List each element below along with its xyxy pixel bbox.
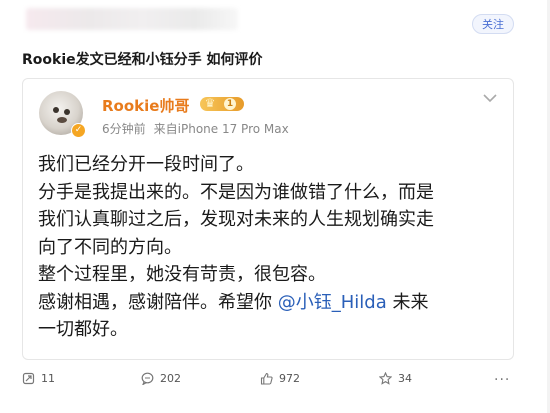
content-line: 一切都好。 <box>38 319 128 340</box>
content-text: 未来 <box>386 291 429 313</box>
repost-button[interactable]: 11 <box>22 372 55 385</box>
blurred-username <box>26 8 238 30</box>
comment-icon <box>141 372 154 385</box>
post-card: ✓ Rookie帅哥 ♛ 1 6分钟前 来自iPhone 17 Pro Max 我… <box>22 78 514 360</box>
comment-button[interactable]: 202 <box>141 372 181 385</box>
author-name[interactable]: Rookie帅哥 <box>102 95 189 116</box>
crown-icon: ♛ <box>204 96 216 110</box>
content-text: 感谢相遇，感谢陪伴。希望你 <box>38 291 278 313</box>
repost-count: 11 <box>41 372 55 385</box>
thumbs-up-icon <box>260 372 273 385</box>
question-title[interactable]: Rookie发文已经和小钰分手 如何评价 <box>22 49 263 69</box>
post-source: 来自iPhone 17 Pro Max <box>153 122 289 136</box>
content-line: 整个过程里，她没有苛责，很包容。 <box>38 264 326 285</box>
more-options-icon[interactable]: ··· <box>494 372 510 388</box>
level-number: 1 <box>224 98 236 110</box>
like-button[interactable]: 972 <box>260 372 300 385</box>
content-line: 我们认真聊过之后，发现对未来的人生规划确实走 <box>38 209 434 230</box>
action-bar: 11 202 972 34 ··· <box>0 370 550 394</box>
content-line: 感谢相遇，感谢陪伴。希望你 @小钰_Hilda 未来 <box>38 289 508 317</box>
comment-count: 202 <box>160 372 181 385</box>
favorite-button[interactable]: 34 <box>379 372 412 385</box>
user-mention-link[interactable]: @小钰_Hilda <box>278 292 387 313</box>
star-icon <box>379 372 392 385</box>
follow-button[interactable]: 关注 <box>472 14 514 34</box>
like-count: 972 <box>279 372 300 385</box>
top-bar: 关注 <box>0 0 550 42</box>
favorite-count: 34 <box>398 372 412 385</box>
repost-icon <box>22 372 35 385</box>
content-line: 向了不同的方向。 <box>38 236 182 258</box>
post-time: 6分钟前 <box>102 122 146 136</box>
chevron-down-icon[interactable] <box>483 93 497 103</box>
content-line: 我们已经分开一段时间了。 <box>38 154 254 175</box>
post-meta: 6分钟前 来自iPhone 17 Pro Max <box>102 120 289 137</box>
post-content: 我们已经分开一段时间了。 分手是我提出来的。不是因为谁做错了什么，而是 我们认真… <box>38 151 508 344</box>
level-badge[interactable]: ♛ 1 <box>200 96 244 111</box>
content-line: 分手是我提出来的。不是因为谁做错了什么，而是 <box>38 181 434 203</box>
verified-icon: ✓ <box>71 123 86 138</box>
